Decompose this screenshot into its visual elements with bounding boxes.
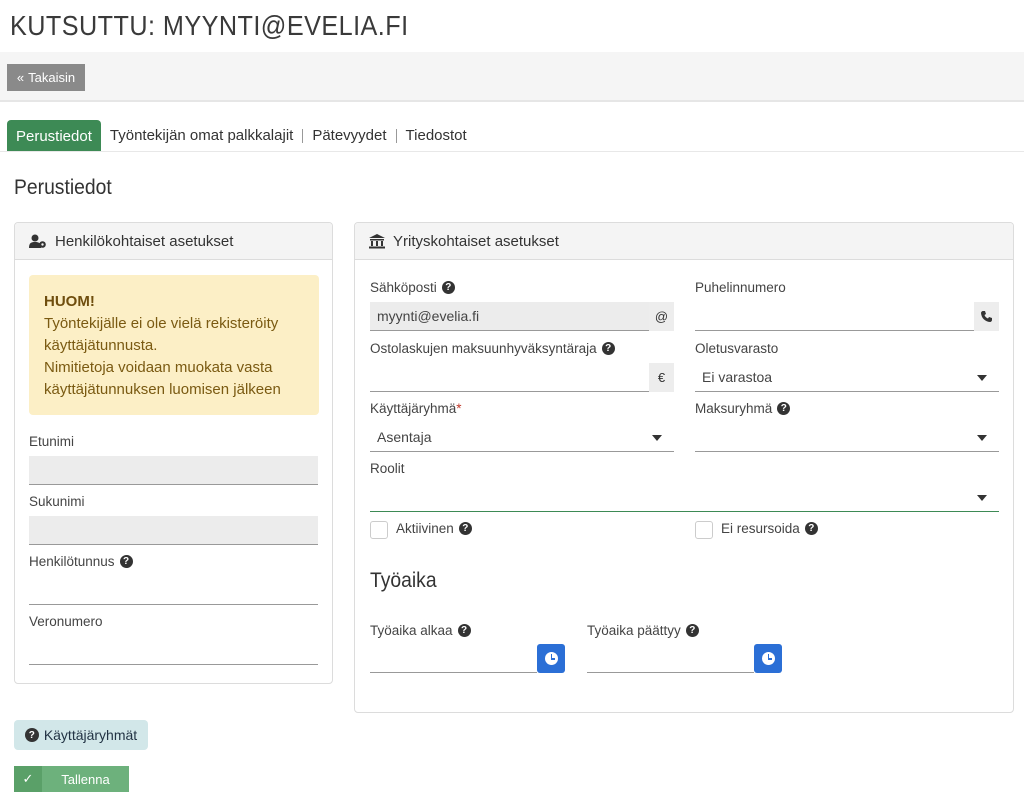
help-icon[interactable]: ?	[119, 555, 133, 568]
back-button[interactable]: « Takaisin	[7, 64, 85, 91]
euro-icon: €	[649, 363, 674, 392]
save-label: Tallenna	[61, 771, 110, 787]
approval-limit-label: Ostolaskujen maksuunhyväksyntäraja ?	[370, 341, 615, 356]
notice-title: HUOM!	[44, 293, 95, 310]
paygroup-select[interactable]	[695, 423, 999, 452]
help-icon[interactable]: ?	[458, 522, 472, 535]
caret-down-icon	[977, 495, 987, 501]
tab-palkkalajit[interactable]: Työntekijän omat palkkalajit	[100, 120, 303, 152]
tax-number-label: Veronumero	[29, 614, 103, 629]
section-title: Perustiedot	[14, 176, 112, 199]
approval-limit-field[interactable]	[370, 363, 652, 392]
roles-label: Roolit	[370, 461, 405, 476]
warehouse-select[interactable]: Ei varastoa	[695, 363, 999, 392]
help-icon[interactable]: ?	[601, 342, 615, 355]
caret-down-icon	[977, 375, 987, 381]
bank-icon	[369, 233, 385, 248]
personal-settings-header: Henkilökohtaiset asetukset	[15, 223, 332, 260]
user-groups-button[interactable]: ? Käyttäjäryhmät	[14, 720, 148, 750]
first-name-field[interactable]	[29, 456, 318, 485]
notice-box: HUOM! Työntekijälle ei ole vielä rekiste…	[29, 275, 319, 415]
last-name-field[interactable]	[29, 516, 318, 545]
email-label: Sähköposti ?	[370, 280, 455, 295]
tab-perustiedot[interactable]: Perustiedot	[7, 120, 101, 152]
company-settings-panel: Yrityskohtaiset asetukset Sähköposti ? m…	[354, 222, 1014, 713]
user-settings-icon	[29, 234, 46, 248]
clock-icon[interactable]	[537, 644, 565, 673]
phone-icon[interactable]	[974, 302, 999, 331]
roles-select[interactable]	[370, 483, 999, 512]
help-icon[interactable]: ?	[685, 624, 699, 637]
clock-icon[interactable]	[754, 644, 782, 673]
email-field[interactable]: myynti@evelia.fi	[370, 302, 649, 331]
usergroup-select[interactable]: Asentaja	[370, 423, 674, 452]
notice-line-2: Nimitietoja voidaan muokata vasta käyttä…	[44, 359, 281, 398]
paygroup-label: Maksuryhmä ?	[695, 401, 791, 416]
usergroup-value: Asentaja	[377, 429, 432, 445]
tax-number-field[interactable]	[29, 636, 318, 665]
worktime-start-label: Työaika alkaa ?	[370, 623, 471, 638]
tab-patevyydet[interactable]: Pätevyydet	[303, 120, 396, 152]
back-button-label: Takaisin	[28, 70, 76, 85]
company-settings-header: Yrityskohtaiset asetukset	[355, 223, 1013, 260]
double-chevron-left-icon: «	[16, 70, 25, 85]
worktime-title: Työaika	[370, 569, 437, 592]
last-name-label: Sukunimi	[29, 494, 85, 509]
help-icon[interactable]: ?	[457, 624, 471, 637]
check-icon: ✓	[14, 766, 42, 792]
phone-field[interactable]	[695, 302, 975, 331]
help-icon: ?	[24, 728, 39, 742]
worktime-end-label: Työaika päättyy ?	[587, 623, 699, 638]
active-label: Aktiivinen ?	[396, 521, 472, 536]
page-title: KUTSUTTU: MYYNTI@EVELIA.FI	[10, 10, 409, 41]
personal-settings-panel: Henkilökohtaiset asetukset HUOM! Työntek…	[14, 222, 333, 684]
toolbar: « Takaisin	[0, 52, 1024, 102]
active-checkbox[interactable]	[370, 521, 388, 539]
personal-settings-title: Henkilökohtaiset asetukset	[55, 232, 234, 250]
tabs-divider	[0, 151, 1024, 152]
tab-tiedostot[interactable]: Tiedostot	[396, 120, 476, 152]
save-button[interactable]: ✓ Tallenna	[14, 766, 129, 792]
tab-bar: Perustiedot Työntekijän omat palkkalajit…	[7, 120, 476, 152]
phone-label: Puhelinnumero	[695, 280, 786, 295]
at-icon: @	[649, 302, 674, 331]
usergroup-label: Käyttäjäryhmä*	[370, 401, 462, 416]
help-icon[interactable]: ?	[441, 281, 455, 294]
help-icon[interactable]: ?	[804, 522, 818, 535]
caret-down-icon	[652, 435, 662, 441]
no-resource-label: Ei resursoida ?	[721, 521, 818, 536]
company-settings-title: Yrityskohtaiset asetukset	[393, 232, 559, 250]
warehouse-label: Oletusvarasto	[695, 341, 779, 356]
notice-line-1: Työntekijälle ei ole vielä rekisteröity …	[44, 315, 279, 354]
worktime-start-field[interactable]	[370, 644, 537, 673]
ssn-label: Henkilötunnus ?	[29, 554, 133, 569]
user-groups-label: Käyttäjäryhmät	[43, 727, 138, 743]
caret-down-icon	[977, 435, 987, 441]
first-name-label: Etunimi	[29, 434, 75, 449]
ssn-field[interactable]	[29, 576, 318, 605]
worktime-end-field[interactable]	[587, 644, 754, 673]
warehouse-value: Ei varastoa	[702, 369, 773, 385]
no-resource-checkbox[interactable]	[695, 521, 713, 539]
help-icon[interactable]: ?	[777, 402, 791, 415]
